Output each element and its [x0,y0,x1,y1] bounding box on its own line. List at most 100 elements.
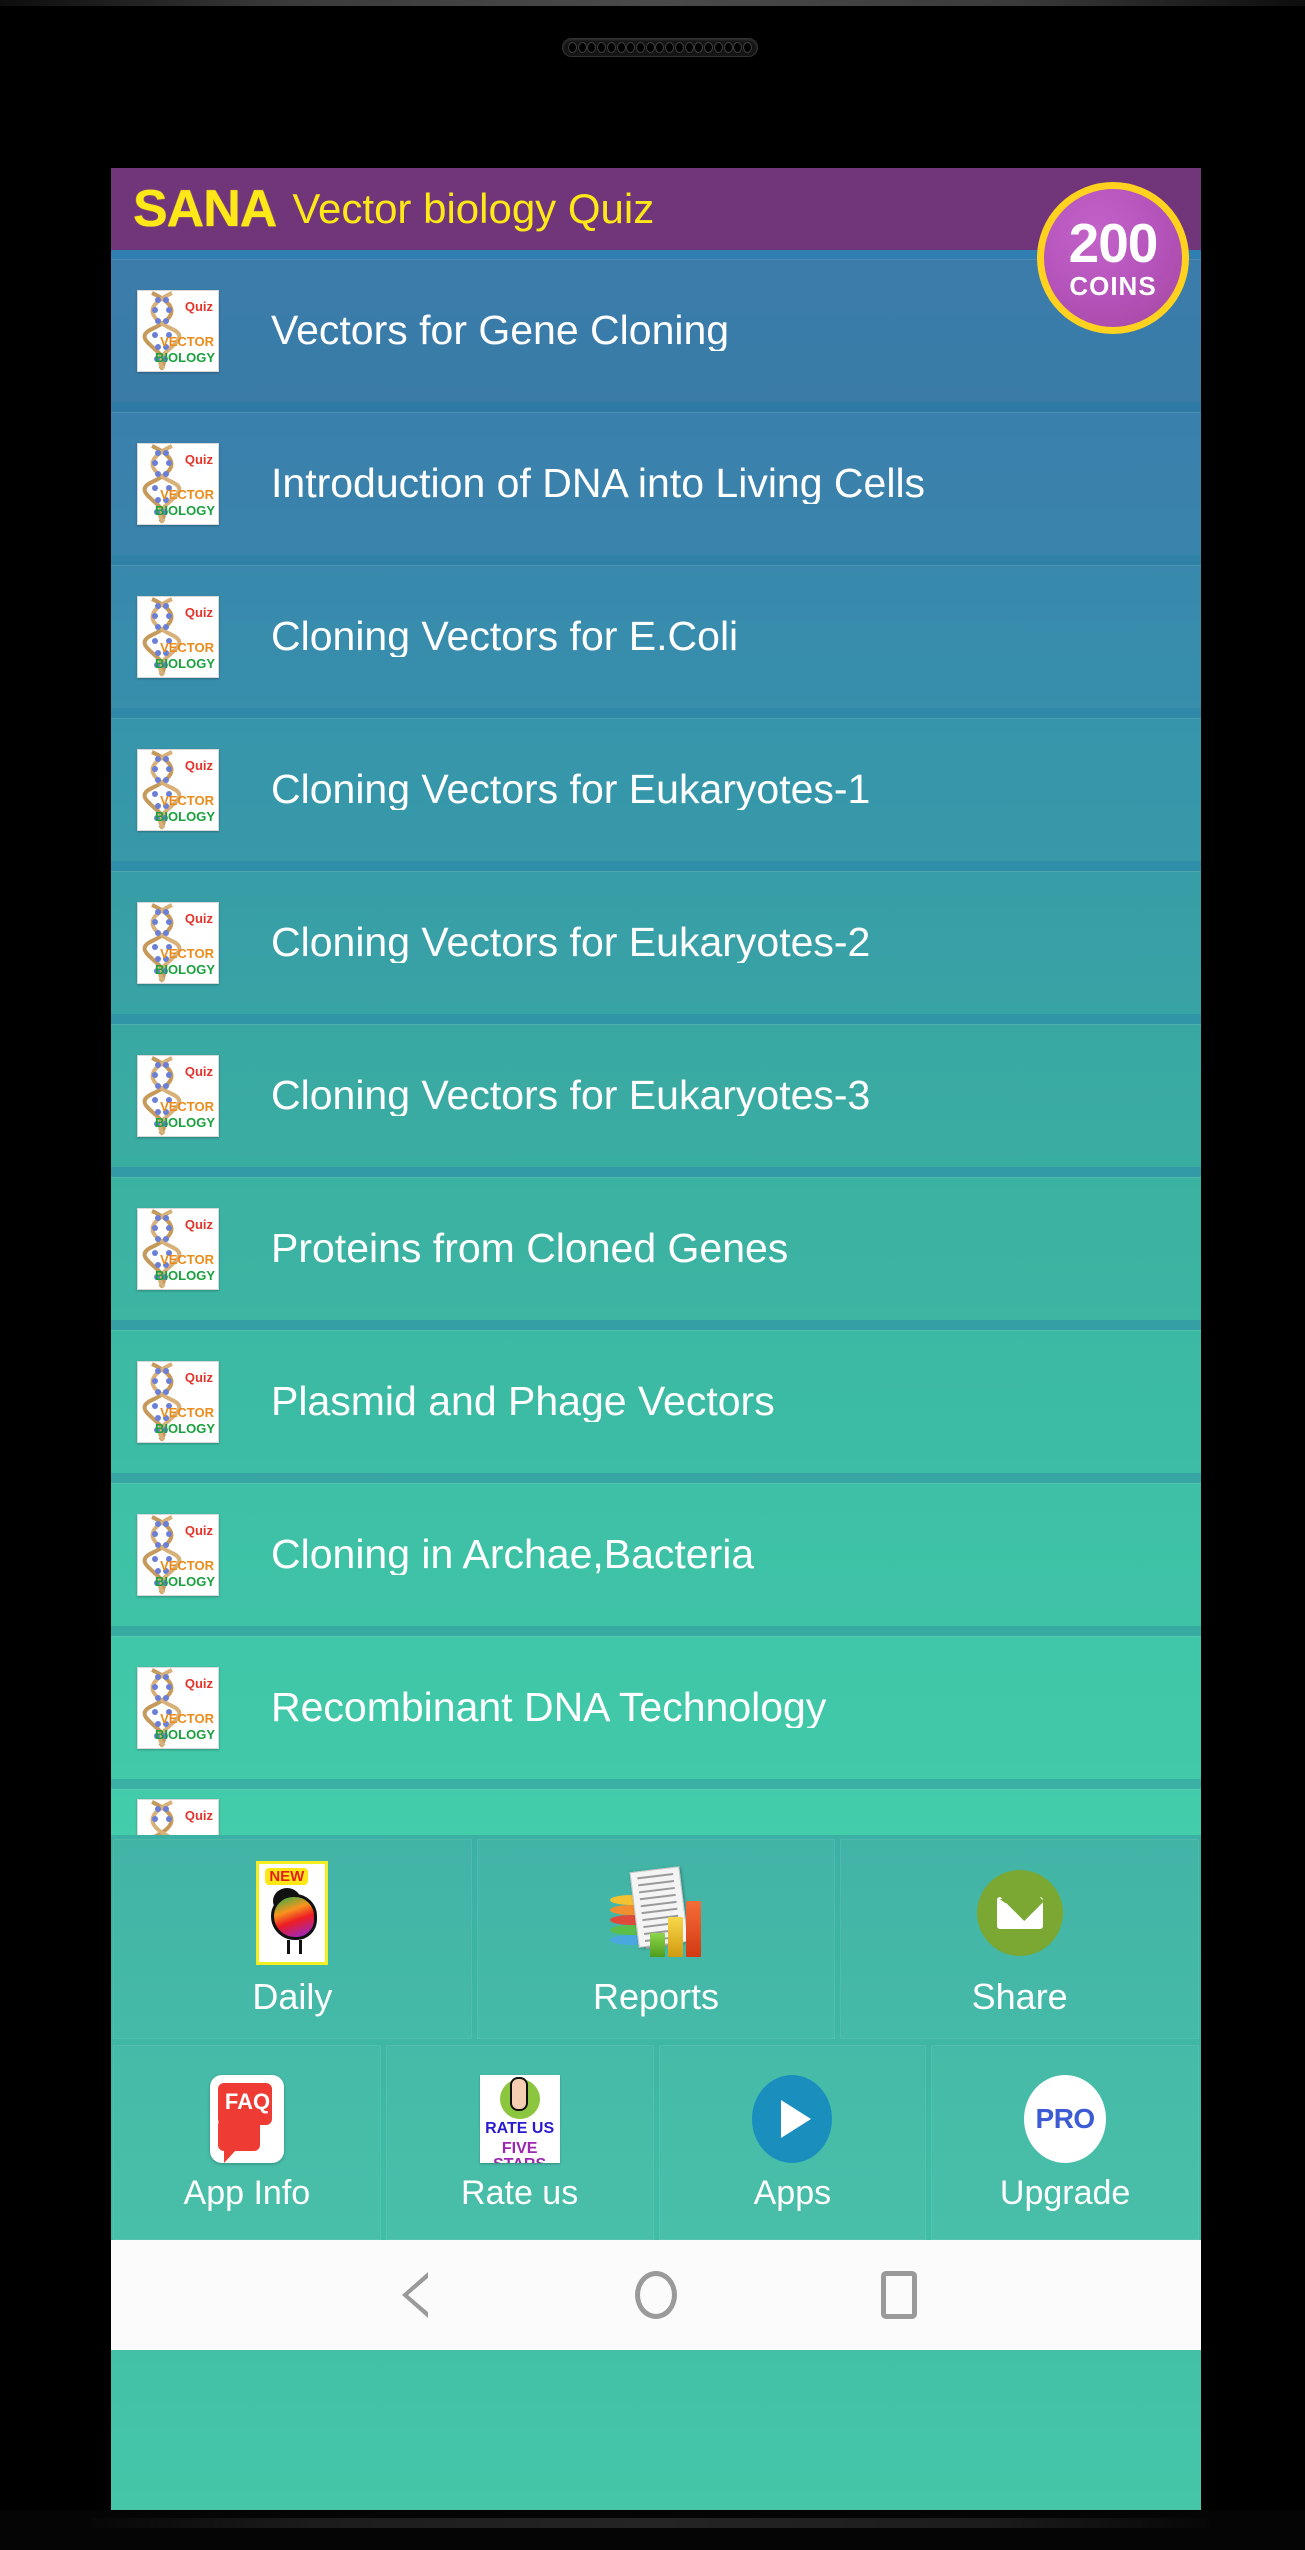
quiz-list: Quiz VECTOR BIOLOGY Vectors for Gene Clo… [111,259,1201,1835]
thumb-vector-label: VECTOR [160,1404,214,1420]
menu-item-label: Share [971,1976,1068,2017]
menu-item-label: Rate us [461,2173,579,2212]
thumb-quiz-label: Quiz [184,1675,213,1691]
thumb-vector-label: VECTOR [160,945,214,961]
recents-button[interactable] [864,2260,934,2330]
list-item[interactable]: Quiz VECTOR BIOLOGY Cloning Vectors for … [111,565,1201,708]
coin-count: 200 [1068,212,1159,275]
list-item[interactable]: Quiz VECTOR BIOLOGY Plasmid and Phage Ve… [111,1330,1201,1473]
menu-item-rate-us[interactable]: RATE US FIVE STARS Rate us [385,2045,654,2240]
list-item-label: Cloning Vectors for Eukaryotes-2 [271,922,871,963]
mail-envelope-icon [976,1863,1063,1963]
quiz-thumbnail: Quiz VECTOR BIOLOGY [137,1513,219,1596]
list-item-label: Proteins from Cloned Genes [271,1228,789,1269]
list-item-label: Plasmid and Phage Vectors [271,1381,775,1422]
thumb-biology-label: BIOLOGY [155,655,215,671]
list-item-label: Recombinant DNA Technology [271,1687,827,1728]
list-item[interactable]: Quiz VECTOR BIOLOGY Proteins from Cloned… [111,1177,1201,1320]
device-frame: SANA Vector biology Quiz 200 COINS Quiz … [0,0,1305,2550]
list-item[interactable]: Quiz [111,1789,1201,1835]
thumb-quiz-label: Quiz [184,298,213,314]
thumb-vector-label: VECTOR [160,1098,214,1114]
list-item[interactable]: Quiz VECTOR BIOLOGY Vectors for Gene Clo… [111,259,1201,402]
menu-item-upgrade[interactable]: PRO Upgrade [931,2045,1199,2240]
coin-balance-badge[interactable]: 200 COINS [1037,182,1189,334]
new-bird-icon: NEW [256,1861,329,1965]
pro-badge-icon: PRO [1024,2074,1107,2163]
thumb-vector-label: VECTOR [160,1251,214,1267]
thumb-biology-label: BIOLOGY [155,1114,215,1130]
page-title: Vector biology Quiz [292,185,655,232]
thumb-quiz-label: Quiz [184,451,213,467]
rate-line-1: RATE US [485,2119,555,2137]
thumb-vector-label: VECTOR [160,333,214,349]
thumb-quiz-label: Quiz [184,910,213,926]
android-navbar [111,2240,1201,2350]
thumb-quiz-label: Quiz [184,757,213,773]
menu-item-daily[interactable]: NEW Daily [113,1839,472,2039]
quiz-thumbnail: Quiz VECTOR BIOLOGY [137,289,219,372]
list-item[interactable]: Quiz VECTOR BIOLOGY Cloning Vectors for … [111,718,1201,861]
quiz-thumbnail: Quiz VECTOR BIOLOGY [137,442,219,525]
thumb-biology-label: BIOLOGY [155,808,215,824]
menu-item-apps[interactable]: Apps [658,2045,927,2240]
list-item[interactable]: Quiz VECTOR BIOLOGY Recombinant DNA Tech… [111,1636,1201,1779]
app-header: SANA Vector biology Quiz [111,168,1201,250]
thumb-biology-label: BIOLOGY [155,349,215,365]
menu-item-reports[interactable]: Reports [476,1839,836,2039]
home-button[interactable] [621,2260,691,2330]
thumb-quiz-label: Quiz [184,604,213,620]
list-item-label: Vectors for Gene Cloning [271,310,730,351]
quiz-thumbnail: Quiz [137,1799,219,1835]
thumb-vector-label: VECTOR [160,1557,214,1573]
thumb-biology-label: BIOLOGY [155,1573,215,1589]
thumb-quiz-label: Quiz [184,1063,213,1079]
new-badge-label: NEW [265,1868,309,1885]
faq-icon: FAQ [209,2074,284,2163]
list-item[interactable]: Quiz VECTOR BIOLOGY Cloning Vectors for … [111,871,1201,1014]
thumb-vector-label: VECTOR [160,639,214,655]
list-item-label: Cloning Vectors for E.Coli [271,616,739,657]
quiz-thumbnail: Quiz VECTOR BIOLOGY [137,595,219,678]
menu-item-app-info[interactable]: FAQ App Info [113,2045,381,2240]
thumb-biology-label: BIOLOGY [155,961,215,977]
quiz-thumbnail: Quiz VECTOR BIOLOGY [137,1207,219,1290]
menu-item-label: Daily [252,1976,333,2017]
faq-text: FAQ [224,2088,271,2114]
thumbs-up-icon: RATE US FIVE STARS [479,2074,560,2163]
thumb-vector-label: VECTOR [160,486,214,502]
list-item-label: Cloning Vectors for Eukaryotes-1 [271,769,871,810]
quiz-thumbnail: Quiz VECTOR BIOLOGY [137,1054,219,1137]
thumb-biology-label: BIOLOGY [155,1420,215,1436]
app-logo: SANA [133,180,277,238]
thumb-vector-label: VECTOR [160,792,214,808]
quiz-thumbnail: Quiz VECTOR BIOLOGY [137,1360,219,1443]
quiz-thumbnail: Quiz VECTOR BIOLOGY [137,748,219,831]
list-item[interactable]: Quiz VECTOR BIOLOGY Introduction of DNA … [111,412,1201,555]
list-item[interactable]: Quiz VECTOR BIOLOGY Cloning in Archae,Ba… [111,1483,1201,1626]
bezel-top-highlight [0,0,1305,6]
thumb-biology-label: BIOLOGY [155,1267,215,1283]
list-item-label: Cloning in Archae,Bacteria [271,1534,755,1575]
thumb-quiz-label: Quiz [184,1522,213,1538]
coin-label: COINS [1069,270,1157,301]
rate-line-2: FIVE STARS [493,2139,546,2163]
menu-item-label: Upgrade [999,2173,1131,2212]
menu-item-share[interactable]: Share [840,1839,1200,2039]
thumb-quiz-label: Quiz [184,1808,213,1823]
thumb-biology-label: BIOLOGY [155,1726,215,1742]
thumb-biology-label: BIOLOGY [155,502,215,518]
quiz-thumbnail: Quiz VECTOR BIOLOGY [137,1666,219,1749]
list-item[interactable]: Quiz VECTOR BIOLOGY Cloning Vectors for … [111,1024,1201,1167]
list-item-label: Cloning Vectors for Eukaryotes-3 [271,1075,871,1116]
primary-menu-row: NEW Daily Reports Share [111,1839,1201,2039]
reports-chart-icon [608,1863,704,1963]
menu-item-label: Reports [592,1976,720,2017]
play-store-icon [752,2074,833,2163]
app-screen: SANA Vector biology Quiz 200 COINS Quiz … [111,168,1201,2514]
bezel-bottom [0,2510,1305,2550]
thumb-vector-label: VECTOR [160,1710,214,1726]
bezel-bottom-highlight [90,2518,1210,2528]
back-button[interactable] [378,2260,448,2330]
thumb-quiz-label: Quiz [184,1369,213,1385]
